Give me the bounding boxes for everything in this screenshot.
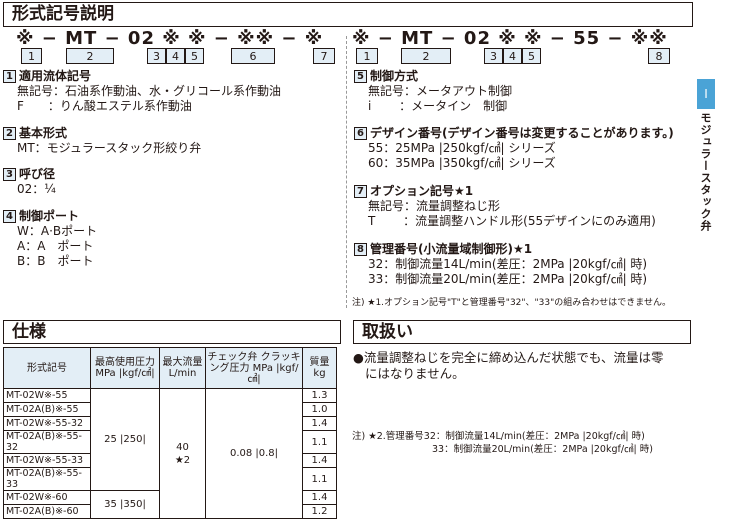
item-7-option: 7 オプション記号★1 無記号：流量調整ねじ形 T ：流量調整ハンドル形(55デザ… — [354, 184, 656, 229]
check-value: 0.08 |0.8| — [205, 388, 303, 519]
header-mass: 質量 kg — [302, 347, 337, 389]
model-code-left: ※ − MT − 02 ※ ※ − ※※ − ※ — [16, 28, 324, 49]
table-row: MT-02W※-55 25 |250| 40 ★2 0.08 |0.8| 1.3 — [3, 388, 337, 519]
header-check: チェック弁 クラッキング圧力 MPa |kgf/㎠| — [205, 347, 303, 389]
item-8-management: 8 管理番号(小流量域制御形)★1 32：制御流量14L/min(差圧：2MPa … — [354, 242, 647, 287]
code-box-r5: 5 — [522, 48, 541, 64]
note-management-flow: 注) ★2.管理番号32：制御流量14L/min(差圧：2MPa |20kgf/… — [352, 431, 653, 455]
header-pressure: 最高使用圧力 MPa |kgf/㎠| — [90, 347, 160, 389]
side-tab-text: モジュラースタック弁 — [699, 112, 712, 232]
code-box-7: 7 — [313, 48, 335, 64]
header-model: 形式記号 — [3, 347, 91, 389]
code-box-6: 6 — [231, 48, 275, 64]
code-box-5: 5 — [185, 48, 204, 64]
flow-value: 40 ★2 — [159, 388, 206, 519]
code-box-r4: 4 — [503, 48, 522, 64]
code-box-r3: 3 — [484, 48, 503, 64]
header-flow: 最大流量 L/min — [159, 347, 206, 389]
code-box-r8: 8 — [648, 48, 670, 64]
code-box-3: 3 — [147, 48, 166, 64]
code-box-r1: 1 — [356, 48, 378, 64]
item-5-control: 5 制御方式 無記号：メータアウト制御 i ：メータイン 制御 — [354, 69, 512, 114]
code-box-1: 1 — [21, 48, 42, 64]
section-title-model-code: 形式記号説明 — [3, 2, 693, 27]
column-divider — [346, 36, 347, 308]
pressure-60: 35 |350| — [90, 490, 160, 519]
side-tab-index: I — [697, 79, 715, 109]
model-code-right: ※ − MT − 02 ※ ※ − 55 − ※※ — [352, 28, 668, 49]
section-title-handling: 取扱い — [353, 320, 691, 344]
item-2-basic-type: 2 基本形式 MT：モジュラースタック形絞り弁 — [3, 126, 201, 156]
item-4-port: 4 制御ポート W：A·Bポート A：A ポート B：B ポート — [3, 209, 97, 269]
pressure-55: 25 |250| — [90, 388, 160, 491]
note-option-combination: 注) ★1.オプション記号"T"と管理番号"32"、"33"の組み合わせはできま… — [352, 298, 671, 308]
spec-table: 形式記号 最高使用圧力 MPa |kgf/㎠| 最大流量 L/min チェック弁… — [3, 347, 337, 519]
code-box-2: 2 — [66, 48, 114, 64]
item-6-design: 6 デザイン番号(デザイン番号は変更することがあります。) 55：25MPa |2… — [354, 126, 674, 171]
code-box-r2: 2 — [401, 48, 451, 64]
code-box-4: 4 — [166, 48, 185, 64]
item-1-fluid: 1 適用流体記号 無記号：石油系作動油、水・グリコール系作動油 F ：りん酸エステ… — [3, 69, 281, 114]
handling-text: ●流量調整ねじを完全に締め込んだ状態でも、流量は零 にはなりません。 — [353, 350, 664, 381]
item-3-size: 3 呼び径 02：¼ — [3, 167, 56, 197]
section-title-spec: 仕様 — [3, 320, 341, 344]
